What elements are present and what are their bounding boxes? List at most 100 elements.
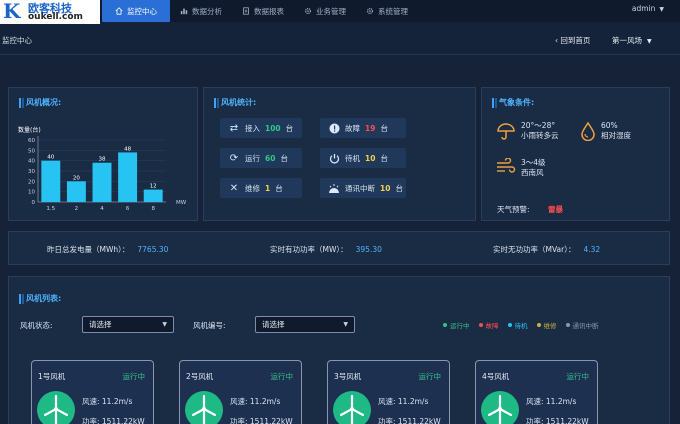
chart-bar: [41, 160, 61, 202]
farm-select[interactable]: 第一风场 ▼: [612, 35, 652, 46]
stat-unit: 台: [395, 183, 403, 193]
summary-label: 实时有功功率（MW）：: [270, 245, 348, 254]
legend-label: 通讯中断: [572, 322, 599, 330]
turbine-card[interactable]: 1号风机 运行中 风速: 11.2m/s 功率: 1511.22kW: [31, 360, 154, 424]
panel-title: 风机概况:: [19, 97, 61, 108]
stat-unit: 台: [280, 153, 288, 163]
y-axis-label: 数量(台): [18, 126, 41, 134]
wind-icon: [497, 158, 516, 173]
home-icon: [115, 7, 123, 15]
x-tick-label: 8: [151, 206, 155, 212]
summary-yesterday-energy: 昨日总发电量（MWh）： 7765.30: [47, 244, 168, 255]
legend-dot: [536, 323, 541, 327]
weather-alert-value: 雷暴: [548, 205, 563, 214]
nav-reports[interactable]: 数据报表: [232, 0, 294, 22]
wind-turbine-icon: [481, 391, 519, 424]
turbine-power: 功率: 1511.22kW: [230, 417, 293, 424]
turbine-name: 4号风机: [482, 372, 510, 381]
y-tick-label: 20: [28, 179, 35, 185]
nav-business[interactable]: 业务管理: [294, 0, 356, 22]
y-tick-label: 60: [28, 138, 35, 144]
weather-alert-label: 天气预警:: [497, 205, 530, 214]
nav-analysis[interactable]: 数据分析: [170, 0, 232, 22]
legend-label: 维修: [543, 322, 557, 330]
legend-comm-lost: 通讯中断: [565, 320, 599, 330]
bar-chart-icon: [180, 8, 188, 15]
stat-fault[interactable]: 故障 19 台: [320, 118, 406, 138]
stat-standby[interactable]: 待机 10 台: [320, 148, 406, 168]
panel-title: 风机列表:: [19, 293, 61, 304]
turbine-status: 运行中: [418, 372, 442, 381]
weather-desc: 小雨转多云: [521, 131, 559, 140]
summary-label: 昨日总发电量（MWh）：: [47, 245, 130, 254]
summary-value: 395.30: [355, 245, 382, 254]
y-tick-label: 50: [28, 148, 35, 154]
link-icon: ⇄: [229, 122, 239, 134]
stat-label: 维修: [245, 183, 260, 193]
summary-label: 实时无功功率（MVar）：: [493, 245, 576, 254]
x-tick-label: 4: [100, 206, 104, 212]
chart-bar: [92, 162, 112, 202]
status-legend: 运行中 故障 待机 维修 通讯中断: [443, 320, 599, 330]
legend-dot: [565, 323, 570, 327]
nav-monitor[interactable]: 监控中心: [102, 0, 170, 22]
overview-bar-chart: 数量(台) 0 10 20 30 40 50 60 40 1.5 20 2 38 4 48 6 12 8 MW: [18, 126, 187, 212]
stat-label: 待机: [345, 153, 360, 163]
nav-system[interactable]: 系统管理: [356, 0, 418, 22]
nav-label: 业务管理: [316, 6, 346, 16]
brand-logo[interactable]: K 欧客科技 oukell.com: [0, 0, 100, 24]
humidity-value: 60%: [601, 121, 618, 130]
top-nav-bar: K 欧客科技 oukell.com 监控中心 数据分析 数据报表 业务管理 系统…: [0, 0, 680, 24]
id-filter-select[interactable]: 请选择 ▼: [255, 316, 355, 333]
chart-bar: [66, 181, 86, 202]
turbine-card[interactable]: 3号风机 运行中 风速: 11.2m/s 功率: 1511.22kW: [327, 360, 450, 424]
title-bar-icon: [492, 97, 494, 108]
turbine-status: 运行中: [270, 372, 294, 381]
water-drop-icon: [581, 121, 595, 141]
list-title: 风机列表:: [26, 294, 62, 303]
power-icon: [328, 152, 340, 164]
chevron-down-icon: ▼: [647, 38, 652, 45]
status-filter-select[interactable]: 请选择 ▼: [82, 316, 174, 333]
x-tick-label: 2: [75, 206, 79, 212]
stat-connected[interactable]: ⇄ 接入 100 台: [220, 118, 302, 138]
chevron-down-icon: ▼: [162, 321, 167, 328]
legend-fault: 故障: [478, 320, 499, 330]
turbine-speed: 风速: 11.2m/s: [526, 397, 577, 406]
stat-comm-lost[interactable]: 通讯中断 10 台: [320, 178, 406, 198]
chart-bar: [143, 189, 163, 202]
summary-value: 7765.30: [137, 245, 169, 254]
back-home-button[interactable]: ‹ 回到首页: [555, 35, 590, 46]
stat-value: 1: [265, 183, 271, 193]
turbine-power: 功率: 1511.22kW: [526, 417, 589, 424]
user-menu[interactable]: admin ▼: [632, 4, 664, 13]
weather-title: 气象条件:: [499, 98, 535, 107]
turbine-power: 功率: 1511.22kW: [378, 417, 441, 424]
x-axis-label: MW: [176, 200, 187, 206]
stat-running[interactable]: ⟳ 运行 60 台: [220, 148, 302, 168]
stat-unit: 台: [285, 123, 294, 133]
weather-panel: 气象条件:: [481, 87, 670, 221]
breadcrumb: 监控中心: [2, 36, 32, 45]
stat-value: 60: [265, 153, 276, 163]
turbine-card[interactable]: 4号风机 运行中 风速: 11.2m/s 功率: 1511.22kW: [475, 360, 598, 424]
panel-title: 气象条件:: [492, 97, 534, 108]
bar-value-label: 40: [47, 155, 54, 161]
brand-name-en: oukell.com: [28, 12, 83, 22]
turbine-name: 2号风机: [186, 372, 214, 381]
weather-temp-block: 20°～28° 小雨转多云: [496, 121, 559, 141]
turbine-card[interactable]: 2号风机 运行中 风速: 11.2m/s 功率: 1511.22kW: [179, 360, 302, 424]
stat-maintenance[interactable]: ✕ 维修 1 台: [220, 178, 302, 198]
weather-humidity-block: 60% 相对湿度: [580, 121, 631, 141]
x-tick-label: 1.5: [46, 206, 55, 212]
wind-turbine-icon: [37, 391, 75, 424]
y-tick-label: 0: [32, 200, 36, 206]
legend-standby: 待机: [507, 320, 528, 330]
stat-label: 运行: [245, 153, 260, 163]
turbine-name: 1号风机: [38, 372, 66, 381]
gear-icon: [367, 8, 373, 14]
turbine-speed: 风速: 11.2m/s: [378, 397, 429, 406]
turbine-power: 功率: 1511.22kW: [82, 417, 145, 424]
bar-value-label: 38: [99, 157, 106, 163]
status-filter-label: 风机状态:: [20, 321, 53, 330]
